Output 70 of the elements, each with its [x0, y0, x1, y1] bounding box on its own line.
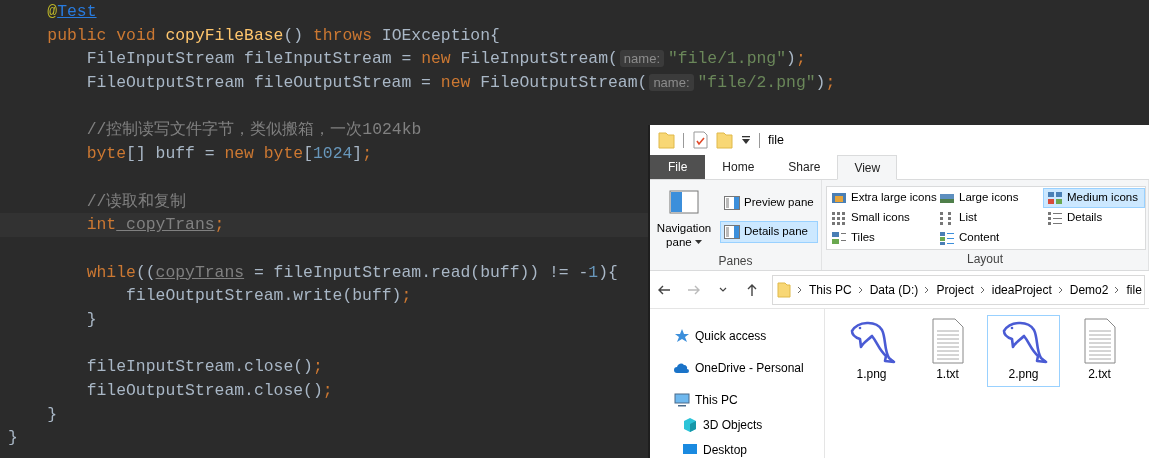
- code-line: @Test: [46, 1, 97, 23]
- tiles-icon: [1047, 190, 1063, 206]
- pane-icon: [724, 195, 740, 210]
- chevron-icon: [1114, 285, 1121, 294]
- chevron-icon: [797, 285, 803, 294]
- address-bar[interactable]: This PC Data (D:) Project ideaProject Demo2 file: [772, 274, 1145, 305]
- computer-icon: [674, 391, 690, 408]
- tiles-icon: [831, 230, 847, 246]
- file-menu-tab[interactable]: File: [650, 155, 706, 179]
- code-line: //控制读写文件字节，类似搬箱，一次1024kb: [85, 119, 422, 142]
- folder-icon: [658, 131, 675, 149]
- code-line: byte[] buff = new byte[1024];: [85, 143, 372, 166]
- code-line: }: [85, 308, 97, 331]
- code-line: fileInputStream.close();: [85, 356, 323, 379]
- arrow-up-icon: [745, 282, 759, 297]
- breadcrumb-link[interactable]: Data (D:): [869, 280, 919, 299]
- code-line: while((copyTrans = fileInputStream.read(buff)) != -1){: [85, 261, 618, 284]
- pane-toggle-button[interactable]: Details pane: [720, 221, 818, 243]
- chevron-icon: [857, 285, 864, 294]
- breadcrumb-link[interactable]: Project: [936, 280, 974, 299]
- breadcrumb-link[interactable]: file: [1126, 280, 1142, 299]
- chevron-icon: [924, 285, 931, 294]
- code-line: //读取和复制: [85, 190, 187, 213]
- chevron-icon: [1057, 285, 1064, 294]
- file-item[interactable]: 2.txt: [1063, 315, 1136, 387]
- sidebar-item[interactable]: OneDrive - Personal: [695, 358, 804, 377]
- layout-option[interactable]: List: [935, 208, 1043, 228]
- breadcrumb-link[interactable]: This PC: [809, 280, 852, 299]
- navigation-pane-button[interactable]: Navigation pane: [652, 184, 716, 252]
- breadcrumb-link[interactable]: Demo2: [1069, 280, 1109, 299]
- layout-option[interactable]: Details: [1043, 208, 1145, 228]
- folder-icon: [777, 281, 791, 298]
- grid-icon: [831, 210, 847, 226]
- chevron-icon: [979, 285, 986, 294]
- group-label: Layout: [967, 251, 1003, 268]
- layout-option[interactable]: Small icons: [827, 208, 935, 228]
- sidebar-item[interactable]: 3D Objects: [703, 415, 763, 434]
- star-icon: [674, 327, 690, 344]
- window-title: file: [768, 131, 784, 149]
- sidebar-item[interactable]: Desktop: [703, 440, 748, 458]
- cube-icon: [682, 416, 698, 433]
- landscape-icon: [831, 190, 847, 206]
- pane-toggle-button[interactable]: Preview pane: [720, 192, 818, 214]
- folder-icon: [716, 131, 733, 149]
- code-line: FileInputStream fileInputStream = new FileInputStream( name: "file/1.png");: [85, 48, 806, 71]
- file-item[interactable]: 2.png: [987, 315, 1060, 387]
- pane-icon: [724, 224, 740, 239]
- caret-icon: [741, 135, 751, 145]
- group-label: Panes: [718, 252, 753, 270]
- layout-option[interactable]: Medium icons: [1043, 188, 1145, 208]
- layout-option[interactable]: Tiles: [827, 228, 935, 248]
- file-item[interactable]: 1.txt: [911, 315, 984, 387]
- code-line: FileOutputStream fileOutputStream = new FileOutputStream( name: "file/2.png");: [85, 72, 836, 95]
- code-line: }: [46, 403, 58, 426]
- code-line: fileOutputStream.write(buff);: [125, 285, 412, 308]
- breadcrumb-link[interactable]: ideaProject: [991, 280, 1052, 299]
- layout-option[interactable]: Extra large icons: [827, 188, 935, 208]
- ribbon-tab[interactable]: View: [837, 155, 898, 180]
- sidebar-item[interactable]: This PC: [695, 390, 738, 409]
- code-line: }: [7, 427, 18, 450]
- caret-icon: [694, 240, 702, 246]
- file-item[interactable]: 1.png: [835, 315, 908, 387]
- navigation-pane-icon: [669, 190, 699, 214]
- code-line: public void copyFileBase() throws IOException{: [46, 24, 500, 47]
- layout-option[interactable]: Content: [935, 228, 1043, 248]
- checked-document-icon: [692, 131, 708, 149]
- details-list-icon: [1047, 210, 1063, 226]
- content-list-icon: [939, 230, 955, 246]
- code-line: fileOutputStream.close();: [85, 380, 333, 402]
- sidebar-item[interactable]: Quick access: [695, 326, 767, 345]
